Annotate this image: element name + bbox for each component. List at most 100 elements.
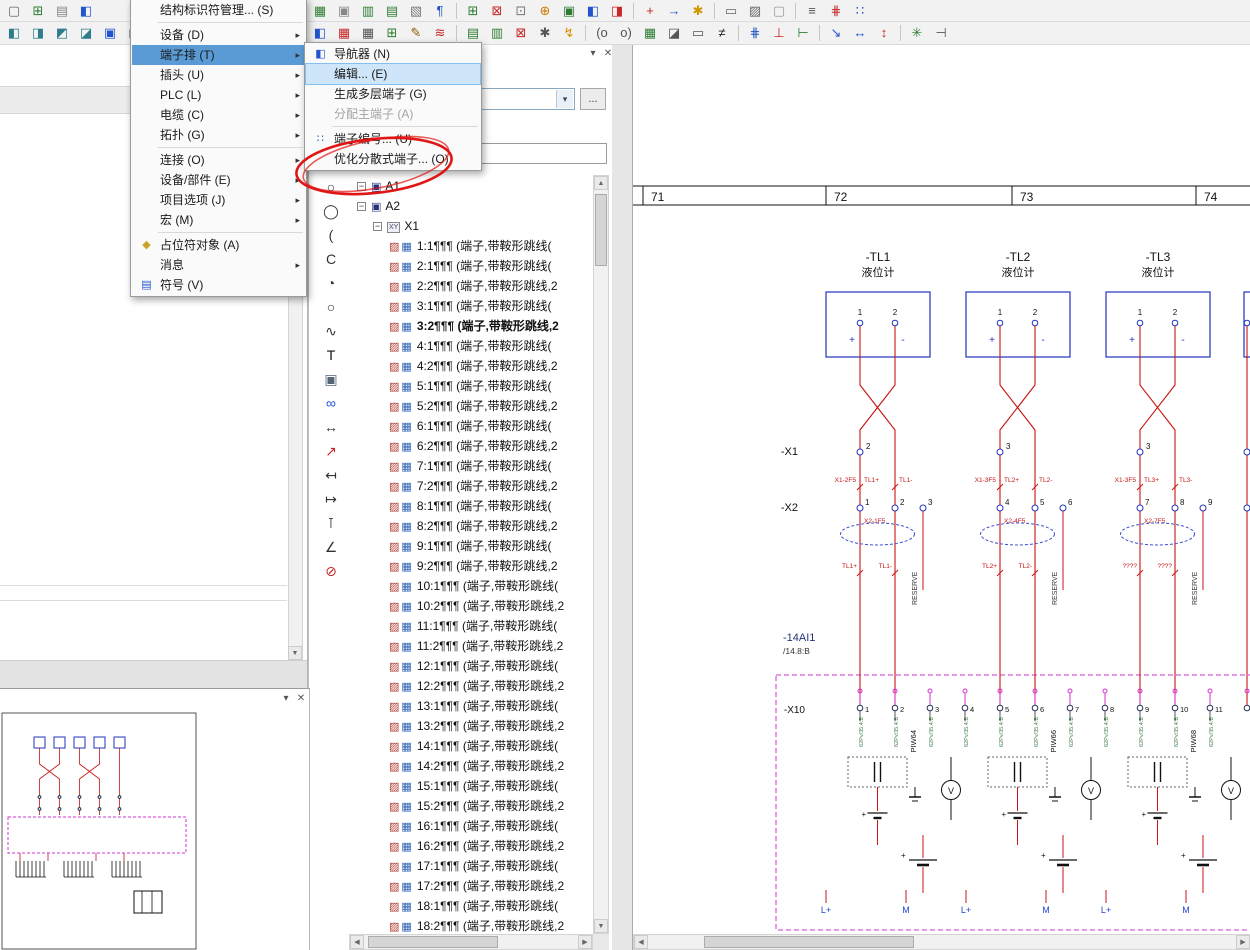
menu-item-structure-identifier-management[interactable]: 结构标识符管理... (S) xyxy=(132,0,305,20)
canvas-horizontal-scrollbar[interactable]: ◀ ▶ xyxy=(633,934,1250,950)
ellipse-tool-icon[interactable]: ◯ xyxy=(317,199,345,223)
tree-terminal-item[interactable]: ▨▦11:1¶¶¶ (端子,带鞍形跳线( xyxy=(351,616,593,636)
page-navigator-icon[interactable]: ◧ xyxy=(308,23,332,43)
paren-close-icon[interactable]: o) xyxy=(614,23,638,43)
baseline-dimension-icon[interactable]: ⊺ xyxy=(317,511,345,535)
green-grid-icon[interactable]: ▦ xyxy=(638,23,662,43)
scrollbar-thumb[interactable] xyxy=(704,936,914,948)
menu-item-optimize-distributed-terminals[interactable]: 优化分散式端子... (O) xyxy=(306,149,480,169)
hatch-icon[interactable]: ▨ xyxy=(743,1,767,21)
not-equal-icon[interactable]: ≠ xyxy=(710,23,734,43)
tree-terminal-item[interactable]: ▨▦13:2¶¶¶ (端子,带鞍形跳线,2 xyxy=(351,716,593,736)
menu-item-navigator[interactable]: ◧导航器 (N) xyxy=(306,44,480,64)
tree-terminal-item[interactable]: ▨▦5:2¶¶¶ (端子,带鞍形跳线,2 xyxy=(351,396,593,416)
frame-icon[interactable]: ▢ xyxy=(767,1,791,21)
swap-vertical-icon[interactable]: ↕ xyxy=(872,23,896,43)
menu-item-terminal-strips[interactable]: 端子排 (T)▸ xyxy=(132,45,305,65)
tree-vertical-scrollbar[interactable]: ▲ ▼ xyxy=(593,175,609,934)
tree-terminal-item[interactable]: ▨▦12:1¶¶¶ (端子,带鞍形跳线( xyxy=(351,656,593,676)
align-pipes-icon[interactable]: ⋕ xyxy=(743,23,767,43)
page-macro-icon[interactable]: ▣ xyxy=(557,1,581,21)
scroll-left-button[interactable]: ◀ xyxy=(350,935,364,949)
tree-terminal-item[interactable]: ▨▦2:2¶¶¶ (端子,带鞍形跳线,2 xyxy=(351,276,593,296)
tree-terminal-item[interactable]: ▨▦18:2¶¶¶ (端子,带鞍形跳线,2 xyxy=(351,916,593,934)
menu-item-devices[interactable]: 设备 (D)▸ xyxy=(132,25,305,45)
tree-terminal-item[interactable]: ▨▦17:1¶¶¶ (端子,带鞍形跳线( xyxy=(351,856,593,876)
menu-item-cables[interactable]: 电缆 (C)▸ xyxy=(132,105,305,125)
tree-expander-icon[interactable]: − xyxy=(357,182,366,191)
add-connection-icon[interactable]: + xyxy=(638,1,662,21)
paren-open-icon[interactable]: (o xyxy=(590,23,614,43)
menu-item-generate-multi-level-terminals[interactable]: 生成多层端子 (G) xyxy=(306,84,480,104)
menu-item-devices-parts[interactable]: 设备/部件 (E)▸ xyxy=(132,170,305,190)
bookmark-icon[interactable]: ✱ xyxy=(686,1,710,21)
scroll-right-button[interactable]: ▶ xyxy=(1236,935,1250,949)
grid-icon[interactable]: ▦ xyxy=(356,23,380,43)
tree-terminal-item[interactable]: ▨▦4:1¶¶¶ (端子,带鞍形跳线( xyxy=(351,336,593,356)
tree-terminal-item[interactable]: ▨▦6:1¶¶¶ (端子,带鞍形跳线( xyxy=(351,416,593,436)
snap-icon[interactable]: ⊞ xyxy=(380,23,404,43)
cable-navigator-icon[interactable]: ▧ xyxy=(404,1,428,21)
tree-terminal-item[interactable]: ▨▦5:1¶¶¶ (端子,带鞍形跳线( xyxy=(351,376,593,396)
scroll-up-button[interactable]: ▲ xyxy=(594,176,608,190)
circle-2point-tool-icon[interactable]: ○ xyxy=(317,295,345,319)
hyperlink-tool-icon[interactable]: ∞ xyxy=(317,391,345,415)
report-table-icon[interactable]: ▥ xyxy=(485,23,509,43)
symbol-macro-icon[interactable]: ◨ xyxy=(605,1,629,21)
open-project-icon[interactable]: ⊞ xyxy=(26,1,50,21)
tree-terminal-item[interactable]: ▨▦6:2¶¶¶ (端子,带鞍形跳线,2 xyxy=(351,436,593,456)
tree-terminal-item[interactable]: ▨▦9:2¶¶¶ (端子,带鞍形跳线,2 xyxy=(351,556,593,576)
insert-symbol-icon[interactable]: ⊞ xyxy=(461,1,485,21)
scroll-left-button[interactable]: ◀ xyxy=(634,935,648,949)
tree-terminal-item[interactable]: ▨▦16:1¶¶¶ (端子,带鞍形跳线( xyxy=(351,816,593,836)
schematic-canvas[interactable]: 71727374-X1-X2-14AI1/14.8:B-X10-TL1液位计12… xyxy=(632,45,1250,950)
leader-arrow-tool-icon[interactable]: ↗ xyxy=(317,439,345,463)
insert-box-icon[interactable]: ⊡ xyxy=(509,1,533,21)
tree-terminal-item[interactable]: ▨▦7:1¶¶¶ (端子,带鞍形跳线( xyxy=(351,456,593,476)
window-macro-icon[interactable]: ◧ xyxy=(581,1,605,21)
rectangle-icon[interactable]: ▭ xyxy=(719,1,743,21)
tree-horizontal-scrollbar[interactable]: ◀ ▶ xyxy=(349,934,593,950)
dimension-right-icon[interactable]: ↦ xyxy=(317,487,345,511)
new-page-icon[interactable]: ▢ xyxy=(2,1,26,21)
tree-node-a2[interactable]: −▣A2 xyxy=(351,196,593,216)
cancel-icon[interactable]: ⊠ xyxy=(509,23,533,43)
menu-item-messages[interactable]: 消息▸ xyxy=(132,255,305,275)
tree-terminal-item[interactable]: ▨▦3:2¶¶¶ (端子,带鞍形跳线,2 xyxy=(351,316,593,336)
window-icon[interactable]: ◧ xyxy=(74,1,98,21)
tree-terminal-item[interactable]: ▨▦17:2¶¶¶ (端子,带鞍形跳线,2 xyxy=(351,876,593,896)
filter-more-button[interactable]: ... xyxy=(580,88,606,110)
tree-terminal-item[interactable]: ▨▦10:1¶¶¶ (端子,带鞍形跳线( xyxy=(351,576,593,596)
jumper-icon[interactable]: ≋ xyxy=(428,23,452,43)
settings-gear-icon[interactable]: ✱ xyxy=(533,23,557,43)
dock-top-icon[interactable]: ◩ xyxy=(50,23,74,43)
menu-item-placeholder-objects[interactable]: ◆占位符对象 (A) xyxy=(132,235,305,255)
measure-icon[interactable]: ⊣ xyxy=(929,23,953,43)
panel-menu-button[interactable]: ▾ xyxy=(586,47,600,60)
text-tool-icon[interactable]: T xyxy=(317,343,345,367)
tree-terminal-item[interactable]: ▨▦16:2¶¶¶ (端子,带鞍形跳线,2 xyxy=(351,836,593,856)
dock-left-icon[interactable]: ◧ xyxy=(2,23,26,43)
tree-terminal-item[interactable]: ▨▦8:2¶¶¶ (端子,带鞍形跳线,2 xyxy=(351,516,593,536)
tree-terminal-item[interactable]: ▨▦4:2¶¶¶ (端子,带鞍形跳线,2 xyxy=(351,356,593,376)
menu-item-project-options[interactable]: 项目选项 (J)▸ xyxy=(132,190,305,210)
menu-item-assign-main-terminals[interactable]: 分配主端子 (A) xyxy=(306,104,480,124)
menu-item-plugs[interactable]: 插头 (U)▸ xyxy=(132,65,305,85)
arc-3point-tool-icon[interactable]: C xyxy=(317,247,345,271)
properties-icon[interactable]: ▤ xyxy=(50,1,74,21)
tree-node-x1[interactable]: −XYX1 xyxy=(351,216,593,236)
tree-terminal-item[interactable]: ▨▦10:2¶¶¶ (端子,带鞍形跳线,2 xyxy=(351,596,593,616)
menu-item-edit[interactable]: 编辑... (E) xyxy=(306,64,480,84)
plc-navigator-icon[interactable]: ▤ xyxy=(380,1,404,21)
workspace-icon[interactable]: ▣ xyxy=(98,23,122,43)
tree-terminal-item[interactable]: ▨▦13:1¶¶¶ (端子,带鞍形跳线( xyxy=(351,696,593,716)
tree-terminal-item[interactable]: ▨▦14:1¶¶¶ (端子,带鞍形跳线( xyxy=(351,736,593,756)
tree-terminal-item[interactable]: ▨▦15:2¶¶¶ (端子,带鞍形跳线,2 xyxy=(351,796,593,816)
terminal-strip-navigator-icon[interactable]: ▦ xyxy=(308,1,332,21)
tree-expander-icon[interactable]: − xyxy=(357,202,366,211)
panel-float-button[interactable]: ▾ xyxy=(279,692,293,705)
tree-terminal-item[interactable]: ▨▦3:1¶¶¶ (端子,带鞍形跳线( xyxy=(351,296,593,316)
scrollbar-thumb[interactable] xyxy=(595,194,607,266)
dock-right-icon[interactable]: ◨ xyxy=(26,23,50,43)
radius-dimension-icon[interactable]: ⊘ xyxy=(317,559,345,583)
